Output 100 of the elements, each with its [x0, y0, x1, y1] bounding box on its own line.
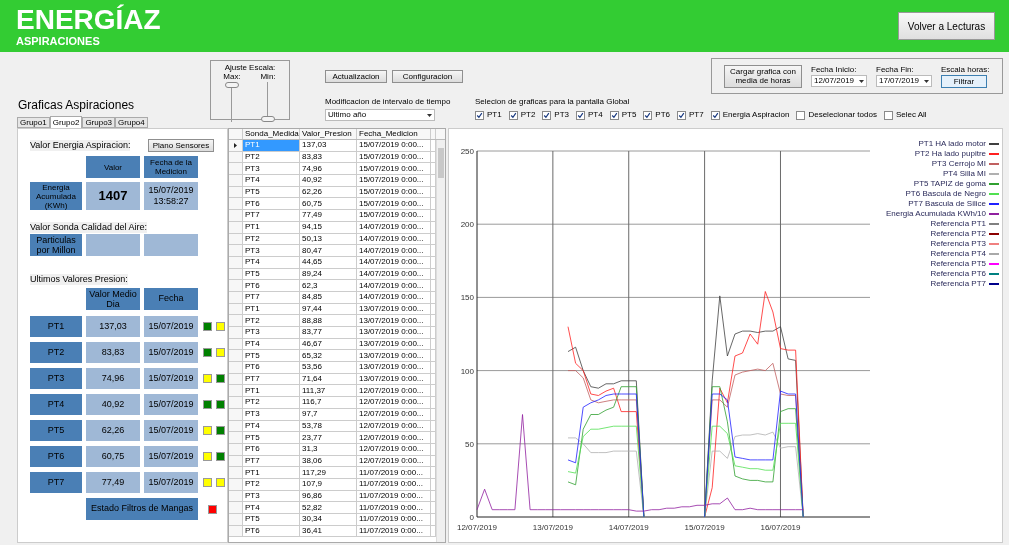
checkbox[interactable]: [677, 110, 687, 120]
legend-label: Energia Acumulada KWh/10: [885, 209, 986, 219]
check-icon: [509, 111, 517, 119]
checkbox-label: PT2: [520, 110, 536, 120]
table-cell: PT7: [243, 455, 300, 467]
slider-track[interactable]: [261, 82, 275, 122]
dropdown-arrow-icon: [924, 79, 929, 83]
legend-label: PT3 Cerrojo MI: [931, 159, 986, 169]
slider-thumb[interactable]: [225, 82, 239, 88]
table-cell: 31,3: [300, 443, 357, 455]
table-cell: PT4: [243, 175, 300, 186]
legend-label: Referencia PT5: [930, 259, 986, 269]
table-cell: 12/07/2019 0:00...: [357, 443, 431, 455]
table-cell: PT5: [243, 350, 300, 362]
table-cell: PT2: [243, 478, 300, 490]
table-cell: PT1: [243, 467, 300, 478]
table-cell: 60,75: [86, 446, 140, 467]
check-icon: [543, 111, 551, 119]
table-cell: 15/07/2019: [144, 368, 198, 389]
hour-scale-label: Escala horas:: [941, 64, 990, 75]
air-value: [86, 234, 140, 256]
check-icon: [476, 111, 483, 119]
load-chart-button[interactable]: Cargar grafica con media de horas: [724, 64, 802, 88]
table-cell: PT2: [243, 233, 300, 245]
table-cell: 88,88: [300, 315, 357, 326]
start-date-picker[interactable]: 12/07/2019: [811, 75, 867, 87]
section-title: Ultimos Valores Presion:: [30, 274, 128, 285]
table-cell: 13/07/2019 0:00...: [357, 350, 431, 362]
table-cell: PT4: [243, 338, 300, 350]
table-cell: PT6: [243, 362, 300, 373]
table-cell: 12/07/2019 0:00...: [357, 408, 431, 420]
table-cell: PT3: [243, 408, 300, 420]
column-header[interactable]: Valor_Presion: [300, 129, 357, 139]
check-icon: [711, 111, 719, 119]
table-cell: PT6: [243, 525, 300, 537]
table-cell: 137,03: [86, 316, 140, 337]
column-header: Fecha de la Medicion: [144, 156, 198, 178]
y-tick-label: 0: [469, 513, 474, 522]
table-cell: 50,13: [300, 233, 357, 245]
checkbox[interactable]: [883, 110, 893, 120]
column-header[interactable]: Fecha_Medicion: [357, 129, 431, 139]
table-cell: 14/07/2019 0:00...: [357, 256, 431, 268]
checkbox[interactable]: [576, 110, 585, 120]
table-cell: 11/07/2019 0:00...: [357, 502, 431, 513]
update-button[interactable]: Actualizacion: [325, 70, 387, 83]
filter-button[interactable]: Filtrar: [941, 74, 987, 88]
tab[interactable]: Grupo2: [49, 116, 83, 128]
sensor-map-button[interactable]: Plano Sensores: [148, 139, 214, 152]
scrollbar[interactable]: [436, 140, 445, 542]
table-cell: 77,49: [86, 472, 140, 493]
table-cell: 80,47: [300, 245, 357, 256]
row-header: PT3: [30, 368, 82, 389]
y-tick-label: 200: [460, 220, 474, 230]
check-icon: [610, 111, 618, 119]
table-cell: 97,44: [300, 303, 357, 315]
row-header[interactable]: [229, 140, 243, 151]
table-cell: 13/07/2019 0:00...: [357, 338, 431, 350]
y-tick-label: 250: [460, 147, 474, 156]
table-cell: 94,15: [300, 221, 357, 233]
slider-thumb[interactable]: [261, 116, 275, 122]
table-cell: 15/07/2019 0:00...: [357, 140, 431, 151]
slider-track[interactable]: [225, 82, 239, 122]
x-tick-label: 15/07/2019: [684, 523, 725, 532]
checkbox[interactable]: [796, 110, 806, 120]
table-cell: 11/07/2019 0:00...: [357, 490, 431, 502]
dropdown-arrow-icon: [859, 79, 864, 83]
checkbox[interactable]: [508, 110, 518, 120]
table-cell: 15/07/2019: [144, 420, 198, 441]
end-date-picker[interactable]: 17/07/2019: [876, 75, 932, 87]
checkbox[interactable]: [475, 110, 484, 120]
column-header: Valor: [86, 156, 140, 178]
config-button[interactable]: Configuracion: [392, 70, 463, 83]
table-cell: 15/07/2019 0:00...: [357, 210, 431, 221]
x-tick-label: 14/07/2019: [608, 523, 649, 532]
legend-label: PT6 Bascula de Negro: [905, 189, 986, 199]
table-cell: 38,06: [300, 455, 357, 467]
legend-label: Referencia PT1: [930, 219, 986, 229]
check-icon: [644, 111, 652, 119]
table-cell: 40,92: [86, 394, 140, 415]
table-cell: 137,03: [300, 140, 357, 151]
back-button[interactable]: Volver a Lecturas: [898, 12, 995, 40]
interval-dropdown[interactable]: Ultimo año: [325, 109, 435, 121]
checkbox[interactable]: [609, 110, 619, 120]
checkbox[interactable]: [710, 110, 720, 120]
app-subtitle: ASPIRACIONES: [16, 34, 101, 48]
column-header[interactable]: Sonda_Medida: [243, 129, 300, 139]
table-cell: 74,96: [86, 368, 140, 389]
selection-label: Selecion de graficas para la pantalla Global: [475, 97, 631, 107]
slider-label: Min:: [260, 72, 276, 81]
table-cell: 15/07/2019: [144, 316, 198, 337]
table-cell: PT1: [243, 140, 300, 151]
table-cell: PT3: [243, 163, 300, 175]
table-cell: 12/07/2019 0:00...: [357, 420, 431, 432]
x-tick-label: 16/07/2019: [760, 523, 801, 532]
table-cell: 36,41: [300, 525, 357, 537]
checkbox[interactable]: [643, 110, 653, 120]
column-header: Valor Medio Dia: [86, 288, 140, 310]
table-cell: 12/07/2019 0:00...: [357, 455, 431, 467]
table-cell: 44,65: [300, 256, 357, 268]
checkbox[interactable]: [542, 110, 552, 120]
